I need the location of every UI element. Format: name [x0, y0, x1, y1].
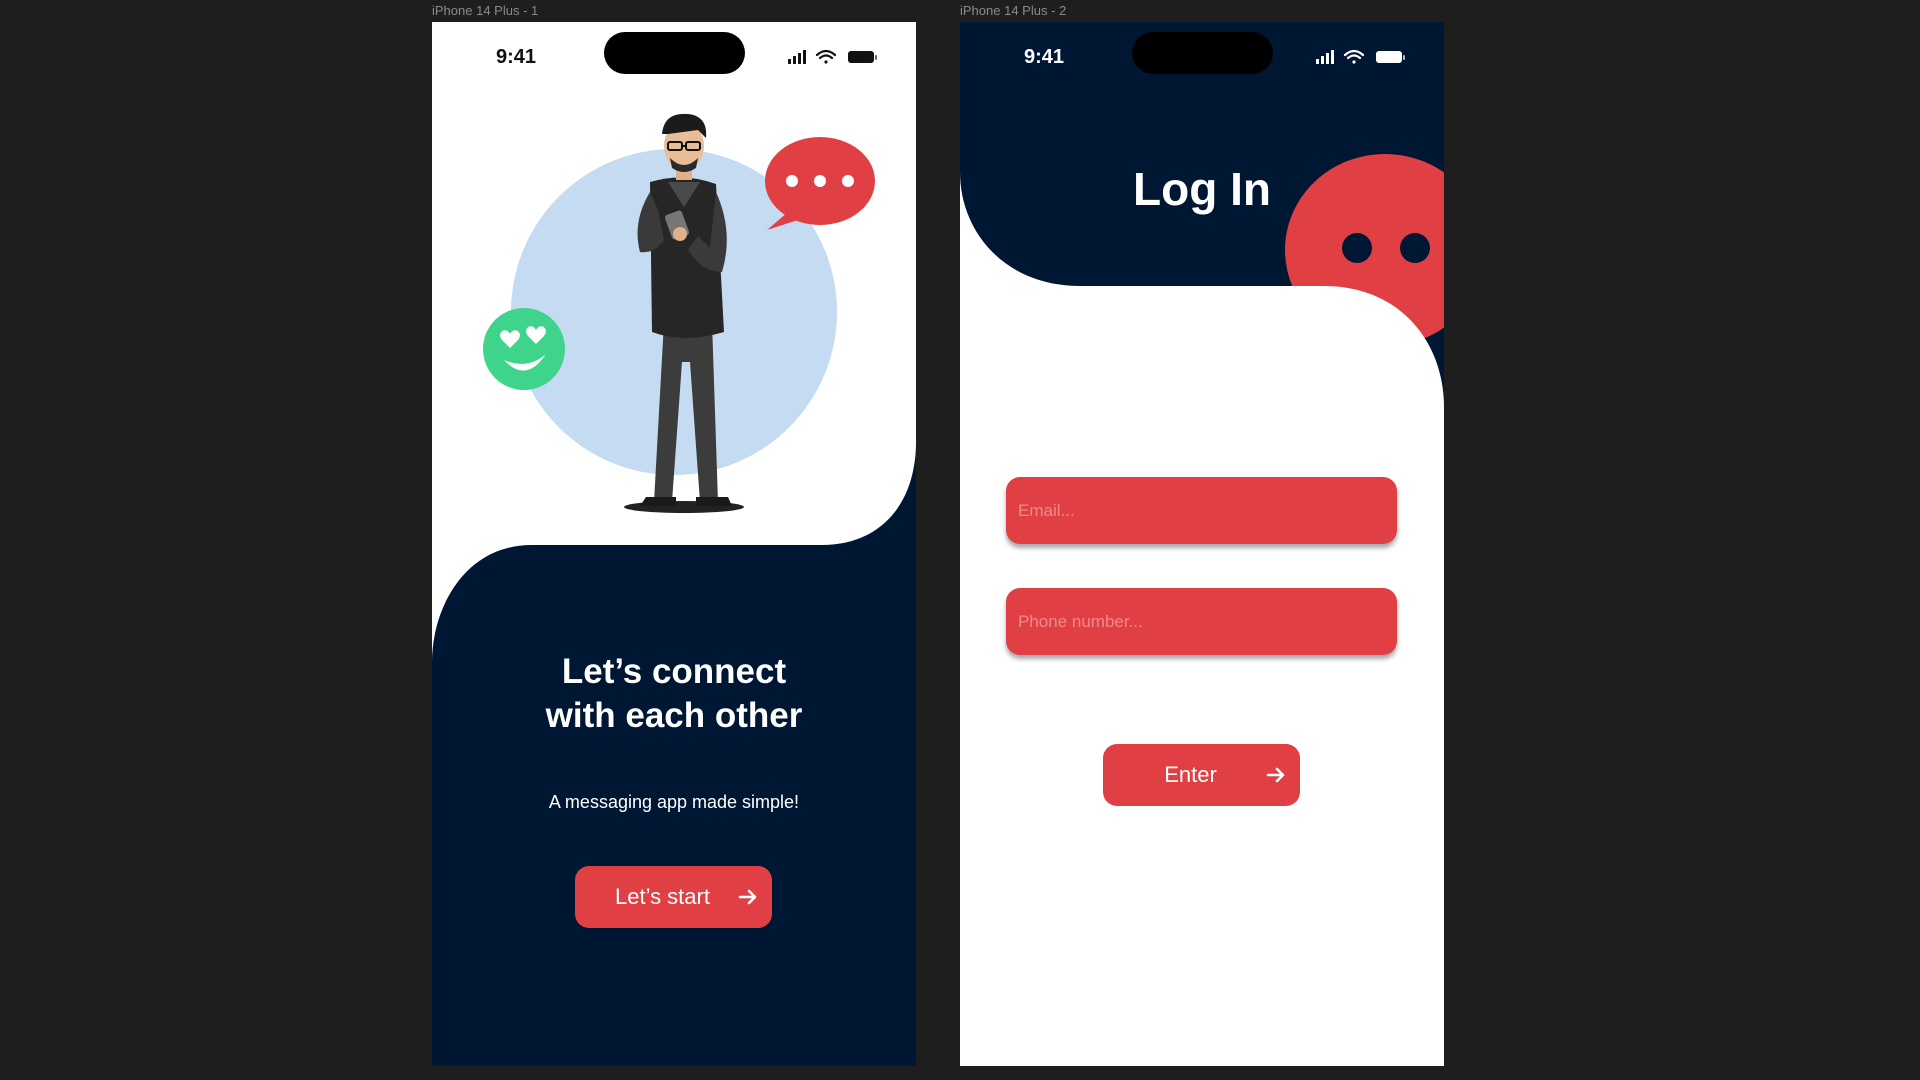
status-time: 9:41: [1024, 46, 1065, 68]
welcome-subtitle: A messaging app made simple!: [548, 792, 800, 812]
heart-eyes-emoji-icon: [483, 308, 565, 390]
signal-icon: [1316, 50, 1334, 64]
phone-number-field[interactable]: [1006, 588, 1397, 655]
welcome-headline: Let’s connect with each other: [432, 650, 916, 738]
phone-frame-login: 9:41 Log In Enter: [960, 22, 1444, 1066]
enter-label: Enter: [1164, 762, 1217, 787]
design-canvas: iPhone 14 Plus - 1 iPhone 14 Plus - 2 9:…: [0, 0, 1920, 1080]
headline-line-2: with each other: [545, 696, 803, 735]
arrow-right-icon: [1266, 767, 1285, 783]
arrow-right-icon: [738, 889, 757, 905]
lets-start-button[interactable]: Let’s start: [575, 866, 772, 928]
frame-label-2[interactable]: iPhone 14 Plus - 2: [960, 3, 1066, 18]
status-icons: [1316, 49, 1405, 64]
enter-button[interactable]: Enter: [1103, 744, 1300, 806]
dynamic-island: [1132, 32, 1273, 74]
battery-icon: [1376, 51, 1405, 63]
lets-start-label: Let’s start: [615, 884, 710, 909]
phone-frame-welcome: 9:41 Let’s connect with each other A mes…: [432, 22, 916, 1066]
welcome-illustration: [483, 113, 875, 513]
headline-line-1: Let’s connect: [561, 652, 787, 691]
email-field[interactable]: [1006, 477, 1397, 544]
wifi-icon: [1343, 49, 1365, 64]
frame-label-1[interactable]: iPhone 14 Plus - 1: [432, 3, 538, 18]
login-title: Log In: [1133, 163, 1271, 215]
